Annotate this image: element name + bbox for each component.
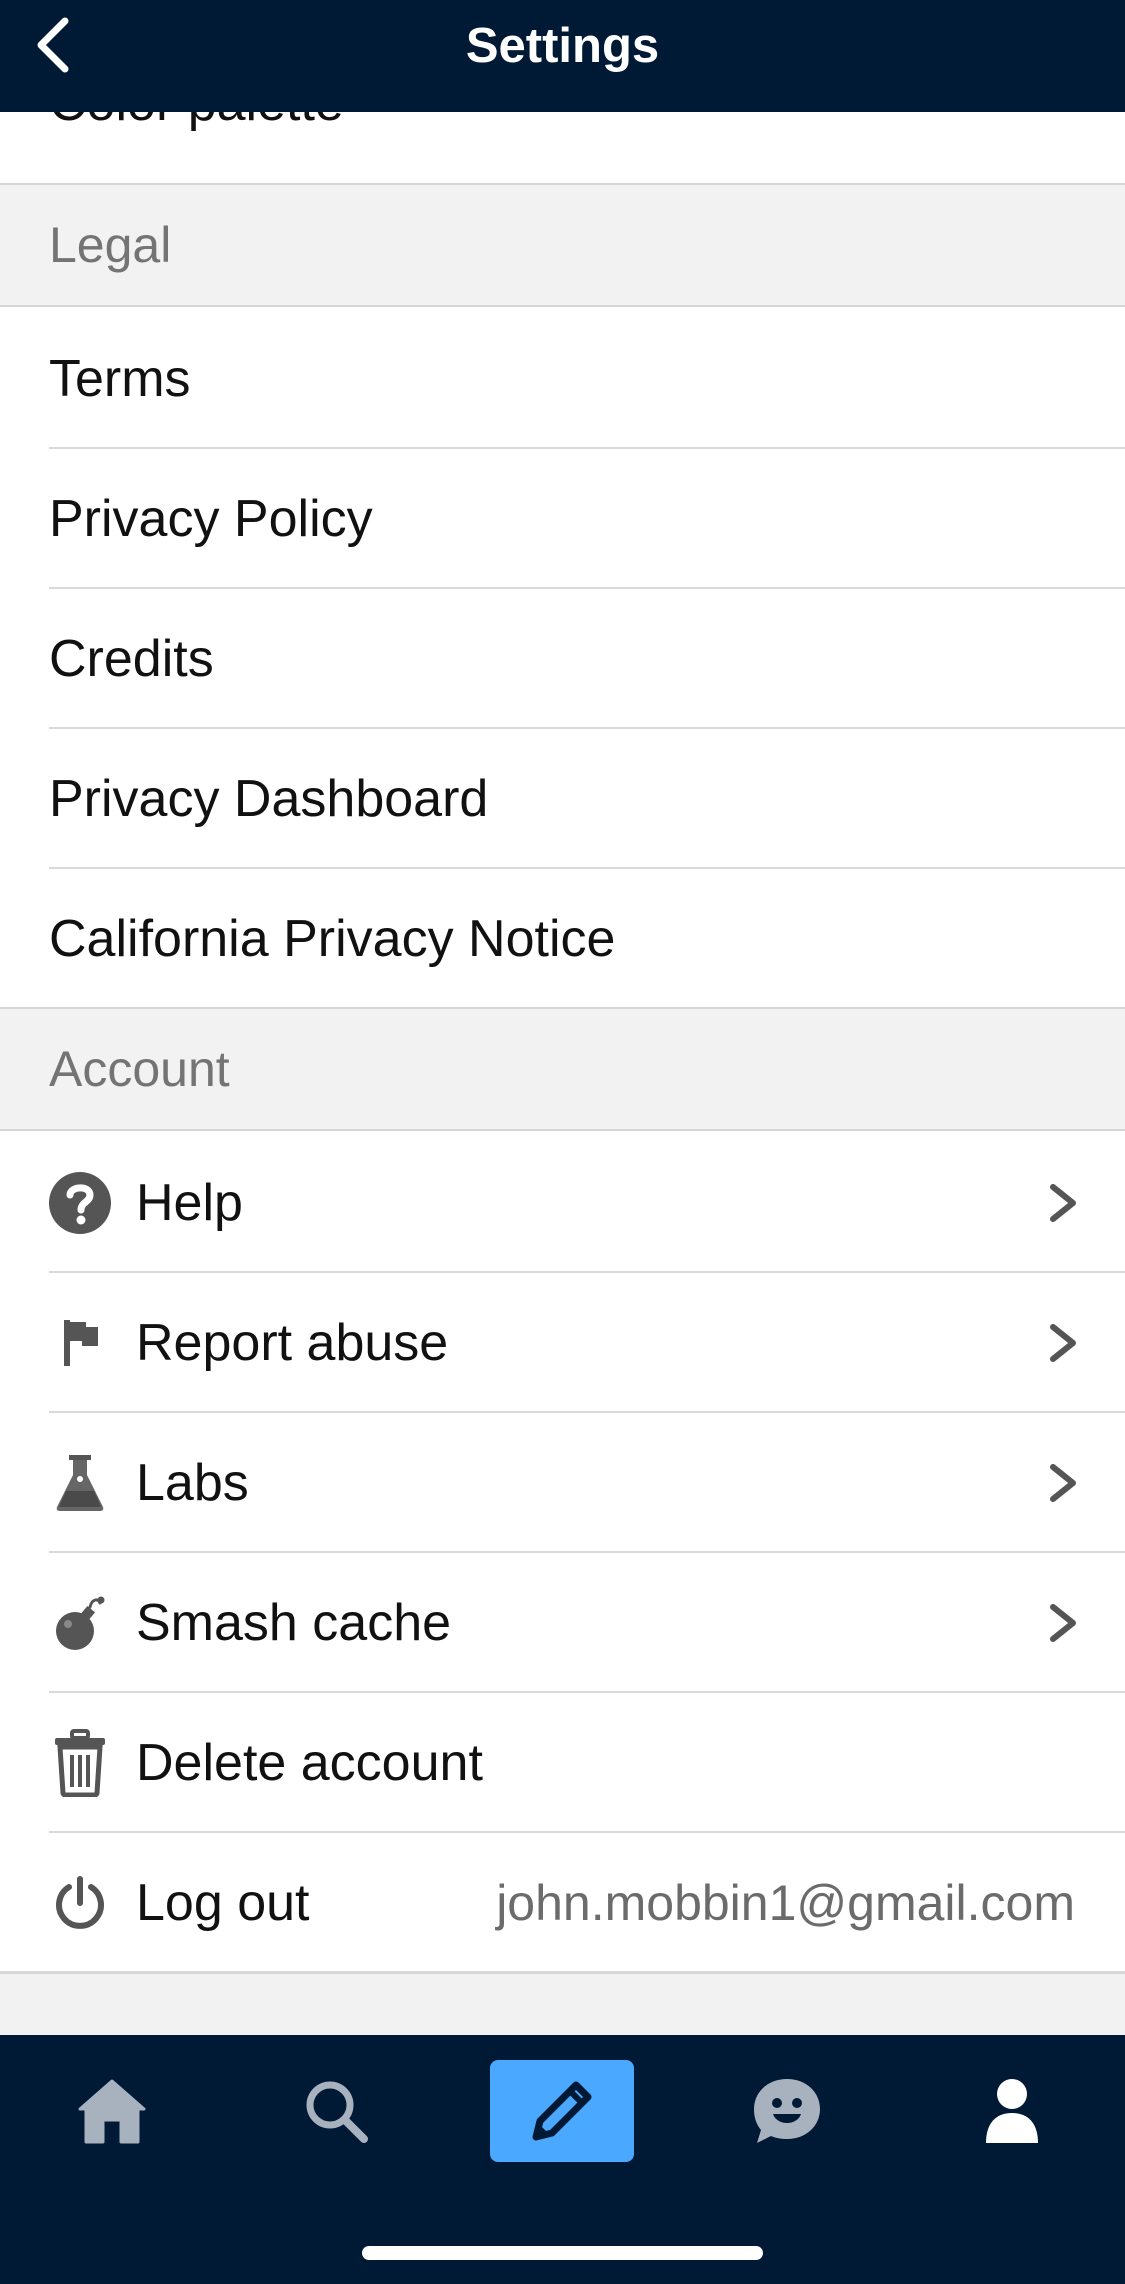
flask-icon: [36, 1453, 124, 1513]
chevron-right-icon: [1050, 1184, 1076, 1222]
flag-icon: [36, 1316, 124, 1370]
section-header-account: Account: [0, 1007, 1125, 1131]
settings-item-label: Privacy Policy: [49, 490, 373, 548]
account-email: john.mobbin1@gmail.com: [496, 1875, 1075, 1931]
chevron-right-icon: [1050, 1324, 1076, 1362]
settings-item-label: Terms: [49, 350, 191, 408]
settings-list: Color palette Legal Terms Privacy Policy…: [0, 0, 1125, 2035]
home-indicator: [362, 2246, 763, 2260]
list-footer-spacer: [0, 1972, 1125, 2035]
help-circle-icon: [36, 1171, 124, 1235]
settings-item-label: Credits: [49, 630, 214, 688]
trash-icon: [36, 1729, 124, 1797]
tab-home[interactable]: [40, 2060, 184, 2162]
settings-item-terms[interactable]: Terms: [0, 309, 1125, 449]
settings-item-label: California Privacy Notice: [49, 910, 616, 968]
section-title: Account: [49, 1041, 230, 1097]
settings-item-smash-cache[interactable]: Smash cache: [0, 1553, 1125, 1693]
settings-item-label: Log out: [136, 1874, 310, 1932]
settings-item-delete-account[interactable]: Delete account: [0, 1693, 1125, 1833]
settings-item-label: Report abuse: [136, 1314, 449, 1372]
search-icon: [306, 2081, 368, 2143]
settings-item-label: Help: [136, 1174, 243, 1232]
chat-smile-icon: [754, 2079, 820, 2143]
chevron-right-icon: [1050, 1604, 1076, 1642]
settings-item-credits[interactable]: Credits: [0, 589, 1125, 729]
settings-item-label: Delete account: [136, 1734, 483, 1792]
settings-item-report-abuse[interactable]: Report abuse: [0, 1273, 1125, 1413]
power-icon: [36, 1875, 124, 1931]
section-title: Legal: [49, 217, 172, 273]
settings-item-privacy-policy[interactable]: Privacy Policy: [0, 449, 1125, 589]
navigation-bar: Settings: [0, 0, 1125, 112]
settings-item-privacy-dashboard[interactable]: Privacy Dashboard: [0, 729, 1125, 869]
settings-item-label: Smash cache: [136, 1594, 452, 1652]
settings-item-label: Privacy Dashboard: [49, 770, 489, 828]
chevron-right-icon: [1050, 1464, 1076, 1502]
pencil-icon: [532, 2081, 592, 2141]
home-icon: [78, 2079, 146, 2144]
settings-item-california-privacy-notice[interactable]: California Privacy Notice: [0, 869, 1125, 1009]
tab-compose[interactable]: [490, 2060, 634, 2162]
section-header-legal: Legal: [0, 183, 1125, 307]
profile-icon: [986, 2079, 1038, 2143]
tab-activity[interactable]: [715, 2060, 859, 2162]
settings-item-label: Labs: [136, 1454, 249, 1512]
tab-search[interactable]: [264, 2060, 408, 2162]
settings-item-labs[interactable]: Labs: [0, 1413, 1125, 1553]
settings-item-log-out[interactable]: Log out john.mobbin1@gmail.com: [0, 1833, 1125, 1973]
bomb-icon: [36, 1593, 124, 1653]
settings-item-help[interactable]: Help: [0, 1133, 1125, 1273]
page-title: Settings: [465, 19, 660, 73]
tab-account[interactable]: [940, 2060, 1084, 2162]
